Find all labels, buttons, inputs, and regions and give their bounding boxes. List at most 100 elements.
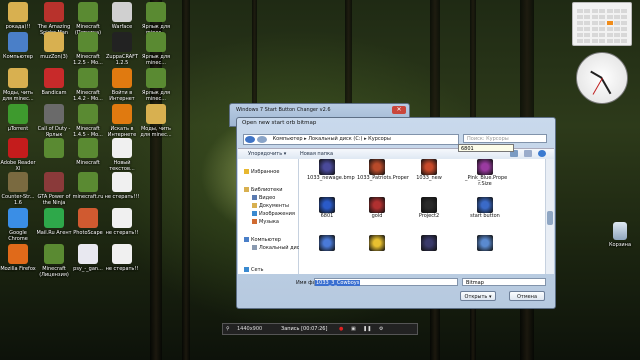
nav-item[interactable]: Избранное	[244, 169, 279, 175]
cancel-button[interactable]: Отмена	[509, 291, 545, 301]
calendar-day[interactable]	[599, 33, 606, 37]
nav-item[interactable]: Видео	[252, 195, 275, 201]
desktop-icon[interactable]: Minecraft 1.4.5 - Mo...	[70, 104, 106, 138]
desktop-icon[interactable]: Моды, чить для minec...	[138, 104, 174, 138]
calendar-day[interactable]	[591, 27, 598, 31]
desktop-icon[interactable]: Minecraft	[70, 138, 106, 166]
calendar-day[interactable]	[621, 9, 628, 13]
desktop-icon[interactable]: Войти в Интернет	[104, 68, 140, 102]
calendar-day[interactable]	[599, 27, 606, 31]
desktop-icon[interactable]: Mozilla Firefox	[0, 244, 36, 272]
address-bar[interactable]: Компьютер ▸ Локальный диск (C:) ▸ Курсор…	[243, 134, 459, 145]
search-input[interactable]: Поиск: Курсоры	[463, 134, 547, 143]
calendar-day[interactable]	[614, 27, 620, 31]
calendar-day[interactable]	[606, 39, 613, 43]
file-item[interactable]: 1033_newage.bmp	[307, 159, 355, 182]
desktop-icon[interactable]: Minecraft (Пиратка)	[70, 2, 106, 36]
calendar-day[interactable]	[621, 21, 628, 25]
desktop-icon[interactable]: psy_-_gan...	[70, 244, 106, 272]
calendar-day[interactable]	[591, 9, 598, 13]
desktop-icon[interactable]: не стерать!!	[104, 244, 140, 272]
record-icon[interactable]: ●	[339, 324, 343, 334]
calendar-day[interactable]	[614, 33, 620, 37]
desktop-icon[interactable]: Ярлык для minec...	[138, 2, 174, 36]
file-item[interactable]	[357, 235, 397, 252]
desktop-icon[interactable]: Google Chrome	[0, 208, 36, 242]
calendar-day[interactable]	[606, 21, 613, 25]
back-arrow-icon[interactable]	[245, 136, 255, 143]
desktop-icon[interactable]: Call of Duty - Ярлык	[36, 104, 72, 138]
calendar-day[interactable]	[591, 15, 598, 19]
vertical-scrollbar[interactable]	[545, 159, 554, 274]
desktop-icon[interactable]: Моды, чить для minec...	[0, 68, 36, 102]
calendar-day[interactable]	[599, 15, 606, 19]
calendar-day[interactable]	[621, 27, 628, 31]
calendar-day[interactable]	[577, 9, 583, 13]
desktop-icon[interactable]: не стерать!!!	[104, 172, 140, 200]
desktop-icon[interactable]: Новый текстов...	[104, 138, 140, 172]
nav-item[interactable]: Сеть	[244, 267, 263, 273]
calendar-day[interactable]	[577, 21, 583, 25]
scrollbar-thumb[interactable]	[547, 211, 553, 225]
settings-icon[interactable]: ⚙	[379, 324, 383, 334]
calendar-day[interactable]	[577, 27, 583, 31]
nav-item[interactable]: Локальный диск	[252, 245, 303, 251]
calendar-gadget[interactable]	[572, 2, 632, 46]
recycle-bin[interactable]: Корзина	[602, 222, 638, 248]
preview-pane-icon[interactable]	[524, 150, 532, 157]
open-button[interactable]: Открыть ▾	[460, 291, 496, 301]
calendar-day[interactable]	[621, 39, 628, 43]
calendar-day[interactable]	[599, 39, 606, 43]
desktop-icon[interactable]: The Amazing Spider-Man	[36, 2, 72, 36]
nav-item[interactable]: Документы	[252, 203, 289, 209]
desktop-icon[interactable]: PhotoScape	[70, 208, 106, 236]
calendar-day[interactable]	[614, 9, 620, 13]
desktop-icon[interactable]: Warface	[104, 2, 140, 30]
calendar-day[interactable]	[584, 39, 591, 43]
calendar-day[interactable]	[621, 15, 628, 19]
desktop-icon[interactable]: µTorrent	[0, 104, 36, 132]
desktop-icon[interactable]: Counter-Str... 1.6	[0, 172, 36, 206]
calendar-day[interactable]	[577, 15, 583, 19]
filename-field[interactable]: 1033_3_Cowboys	[314, 278, 458, 286]
calendar-day[interactable]	[591, 21, 598, 25]
desktop-icon[interactable]: рокада)!!	[0, 2, 36, 30]
calendar-day[interactable]	[621, 33, 628, 37]
desktop-icon[interactable]: Ярлык для minec...	[138, 68, 174, 102]
desktop-icon[interactable]: ZuppaCRAFT 1.2.5	[104, 32, 140, 66]
new-folder-button[interactable]: Новая папка	[300, 151, 333, 157]
file-item[interactable]: 6801	[307, 197, 347, 220]
calendar-day[interactable]	[614, 39, 620, 43]
calendar-day[interactable]	[584, 33, 591, 37]
organize-button[interactable]: Упорядочить ▾	[248, 151, 286, 157]
calendar-day[interactable]	[614, 15, 620, 19]
window-close-button[interactable]: ✕	[392, 106, 406, 114]
calendar-day[interactable]	[584, 21, 591, 25]
desktop-icon[interactable]: Adobe Reader XI	[0, 138, 36, 172]
zoom-icon[interactable]: ⚲	[226, 324, 230, 334]
file-item[interactable]: Project2	[409, 197, 449, 220]
calendar-day[interactable]	[606, 33, 613, 37]
calendar-day[interactable]	[606, 9, 613, 13]
calendar-day[interactable]	[591, 39, 598, 43]
desktop-icon[interactable]: Искать в Интернете	[104, 104, 140, 138]
desktop-icon[interactable]: Minecraft 1.2.5 - Mo...	[70, 32, 106, 66]
pause-icon[interactable]: ❚❚	[363, 324, 371, 334]
desktop-icon[interactable]: muzZon(3)	[36, 32, 72, 60]
desktop-icon[interactable]: Компьютер	[0, 32, 36, 60]
calendar-day[interactable]	[584, 27, 591, 31]
filetype-select[interactable]: Bitmap	[462, 278, 546, 286]
nav-item[interactable]: Музыка	[252, 219, 279, 225]
file-item[interactable]	[307, 235, 347, 252]
desktop-icon[interactable]: Minecraft (Лицензия)	[36, 244, 72, 278]
desktop-icon[interactable]: GTA Power of the Ninja	[36, 172, 72, 206]
file-item[interactable]	[465, 235, 505, 252]
clock-icon[interactable]	[576, 52, 628, 104]
file-item[interactable]: gold	[357, 197, 397, 220]
file-item[interactable]	[409, 235, 449, 252]
calendar-day[interactable]	[599, 9, 606, 13]
calendar-day[interactable]	[606, 15, 613, 19]
file-item[interactable]: 1033_new	[409, 159, 449, 182]
calendar-day[interactable]	[606, 27, 613, 31]
desktop-icon[interactable]: Ярлык для minec...	[138, 32, 174, 66]
